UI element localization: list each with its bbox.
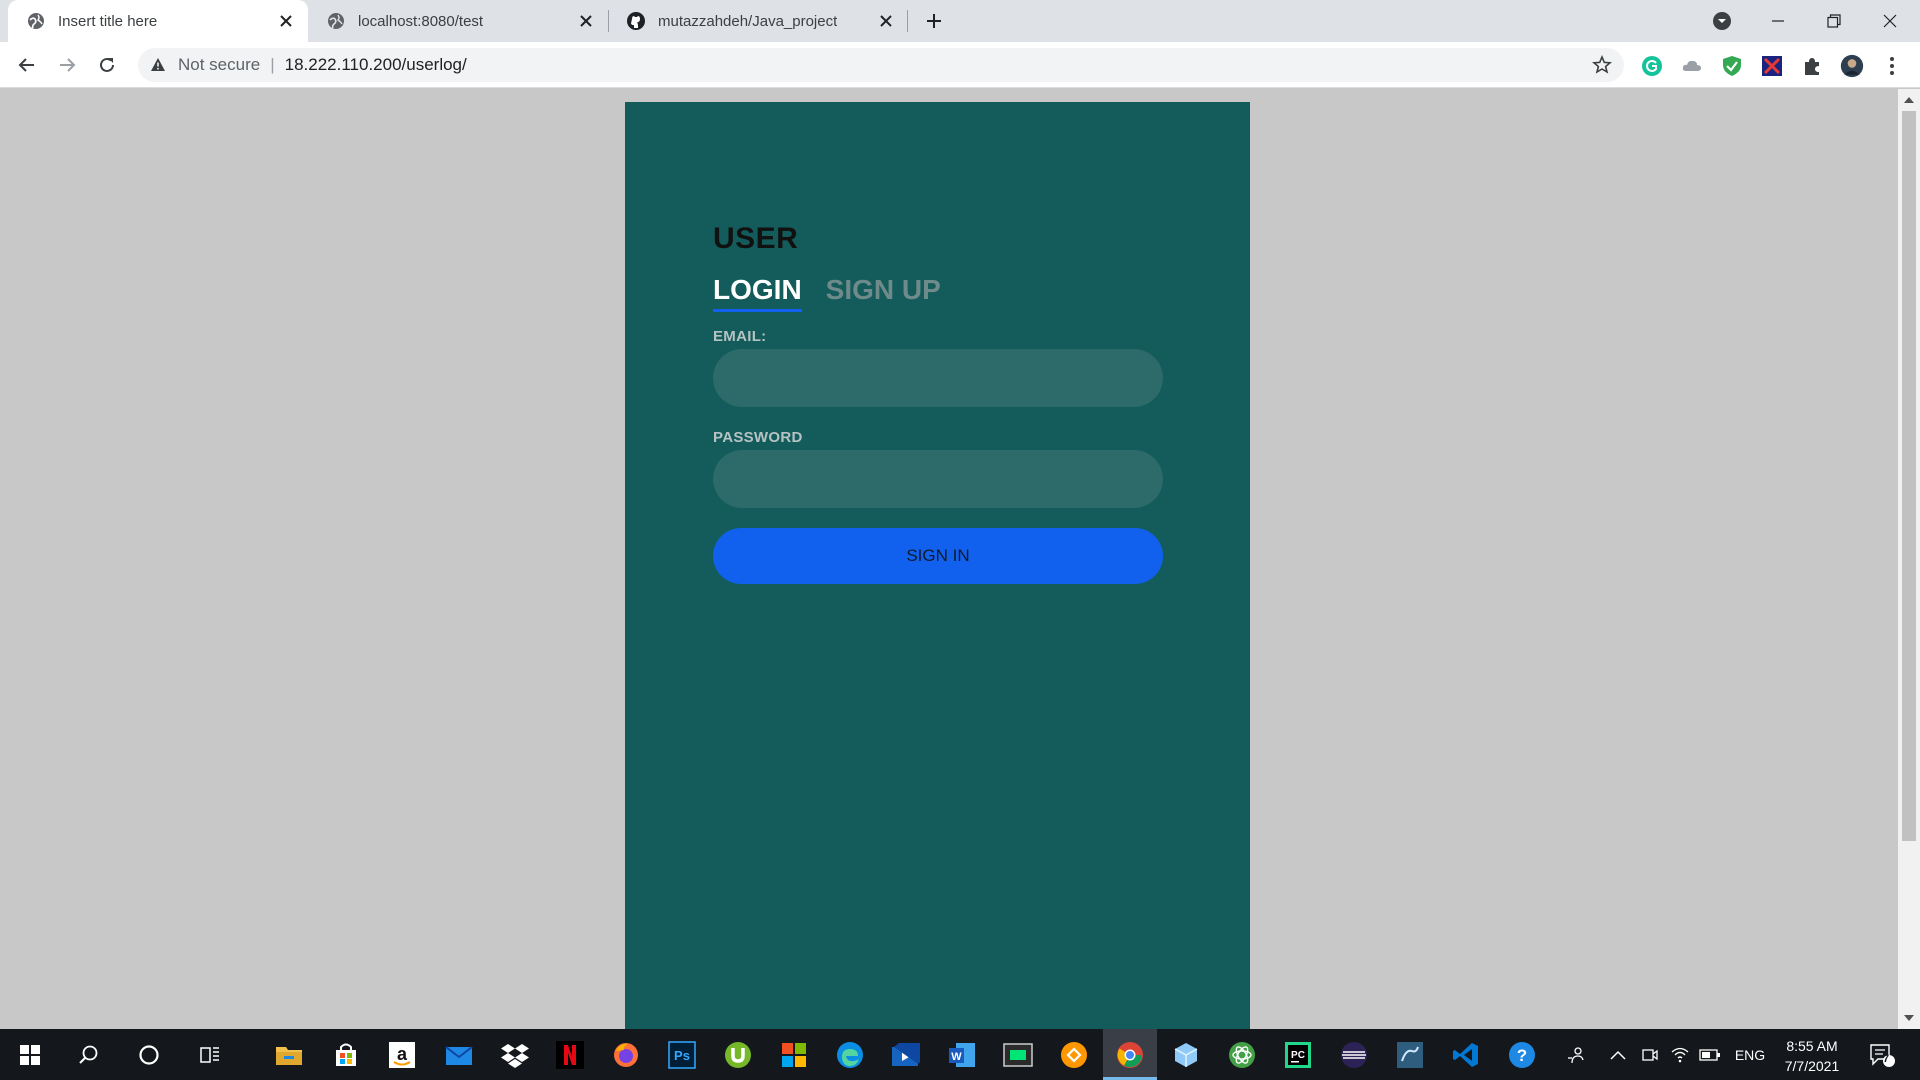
password-label: PASSWORD <box>713 429 803 446</box>
mysql-workbench-icon[interactable] <box>1392 1037 1428 1073</box>
tab-login[interactable]: LOGIN <box>713 274 802 312</box>
cube-app-icon[interactable] <box>1168 1037 1204 1073</box>
restore-icon[interactable] <box>1806 0 1862 42</box>
back-arrow-icon[interactable] <box>12 50 42 80</box>
clock-time: 8:55 AM <box>1786 1038 1838 1054</box>
scrollbar-thumb[interactable] <box>1902 111 1916 841</box>
globe-icon <box>26 11 46 31</box>
meet-now-icon[interactable] <box>1636 1029 1664 1080</box>
tab-title: localhost:8080/test <box>358 12 484 30</box>
help-icon[interactable]: ? <box>1504 1037 1540 1073</box>
page-title: USER <box>713 222 799 255</box>
notification-count: 7 <box>1883 1053 1890 1065</box>
page-scrollbar[interactable] <box>1898 89 1920 1029</box>
extensions-puzzle-icon[interactable] <box>1800 54 1824 78</box>
globe-icon <box>326 11 346 31</box>
scroll-up-arrow-icon[interactable] <box>1904 97 1914 103</box>
system-clock[interactable]: 8:55 AM 7/7/2021 <box>1772 1036 1852 1076</box>
profile-avatar[interactable] <box>1840 54 1864 78</box>
bookmark-star-icon[interactable] <box>1591 54 1613 75</box>
email-label: EMAIL: <box>713 328 767 345</box>
people-icon[interactable] <box>1562 1029 1590 1080</box>
svg-text:?: ? <box>1517 1046 1527 1065</box>
video-app-icon[interactable] <box>888 1037 924 1073</box>
password-field[interactable] <box>713 450 1163 508</box>
word-icon[interactable]: W <box>944 1037 980 1073</box>
address-bar[interactable]: Not secure | 18.222.110.200/userlog/ <box>138 48 1624 82</box>
netflix-icon[interactable] <box>552 1037 588 1073</box>
wifi-icon[interactable] <box>1666 1029 1694 1080</box>
svg-text:Ps: Ps <box>674 1048 690 1063</box>
mail-icon[interactable] <box>441 1037 477 1073</box>
language-indicator[interactable]: ENG <box>1730 1029 1770 1080</box>
vscode-icon[interactable] <box>1448 1037 1484 1073</box>
omnibox-divider: | <box>270 55 275 74</box>
pycharm-icon[interactable]: PC <box>1280 1037 1316 1073</box>
file-explorer-icon[interactable] <box>271 1037 307 1073</box>
email-field[interactable] <box>713 349 1163 407</box>
browser-tab-localhost[interactable]: localhost:8080/test <box>308 0 608 42</box>
tab-signup[interactable]: SIGN UP <box>826 274 941 312</box>
forward-arrow-icon[interactable] <box>52 50 82 80</box>
login-card: USER LOGIN SIGN UP EMAIL: PASSWORD SIGN … <box>625 102 1250 1029</box>
browser-tab-insert-title[interactable]: Insert title here <box>8 0 308 42</box>
tab-title: Insert title here <box>58 12 158 30</box>
close-icon[interactable] <box>276 11 296 31</box>
window-close-icon[interactable] <box>1862 0 1918 42</box>
chrome-icon[interactable] <box>1112 1037 1148 1073</box>
svg-text:W: W <box>951 1051 962 1063</box>
task-view-icon[interactable] <box>192 1037 228 1073</box>
photoshop-icon[interactable]: Ps <box>664 1037 700 1073</box>
grammarly-icon[interactable] <box>1640 54 1664 78</box>
windows-taskbar: a Ps W PC ? ENG 8:55 AM 7/7/2021 7 <box>0 1029 1920 1080</box>
security-label[interactable]: Not secure <box>178 55 260 75</box>
notification-center-icon[interactable]: 7 <box>1864 1029 1900 1080</box>
menu-kebab-icon[interactable] <box>1880 54 1904 78</box>
cortana-icon[interactable] <box>131 1037 167 1073</box>
extension-colored-icon[interactable] <box>1760 54 1784 78</box>
new-tab-button[interactable] <box>919 8 949 34</box>
browser-tab-github[interactable]: mutazzahdeh/Java_project <box>608 0 908 42</box>
battery-icon[interactable] <box>1696 1029 1724 1080</box>
utorrent-icon[interactable] <box>720 1037 756 1073</box>
amazon-icon[interactable]: a <box>384 1037 420 1073</box>
clock-date: 7/7/2021 <box>1784 1058 1840 1074</box>
login-form: USER LOGIN SIGN UP EMAIL: PASSWORD SIGN … <box>713 222 1163 584</box>
minimize-icon[interactable] <box>1750 0 1806 42</box>
extension-cloud-icon[interactable] <box>1680 54 1704 78</box>
browser-tab-strip: Insert title here localhost:8080/test mu… <box>0 0 1920 42</box>
sign-in-button[interactable]: SIGN IN <box>713 528 1163 584</box>
url-text[interactable]: 18.222.110.200/userlog/ <box>285 55 467 75</box>
tab-search-button[interactable] <box>1694 0 1750 42</box>
orange-app-icon[interactable] <box>1056 1037 1092 1073</box>
search-icon[interactable] <box>71 1037 107 1073</box>
page-viewport: USER LOGIN SIGN UP EMAIL: PASSWORD SIGN … <box>0 89 1898 1029</box>
close-icon[interactable] <box>576 11 596 31</box>
warning-icon[interactable] <box>148 55 168 75</box>
atom-icon[interactable] <box>1224 1037 1260 1073</box>
shield-icon[interactable] <box>1720 54 1744 78</box>
tab-separator <box>907 10 908 32</box>
store-icon[interactable] <box>328 1037 364 1073</box>
colorful-app-icon[interactable] <box>776 1037 812 1073</box>
eclipse-icon[interactable] <box>1336 1037 1372 1073</box>
github-icon <box>626 11 646 31</box>
dropbox-icon[interactable] <box>497 1037 533 1073</box>
tab-title: mutazzahdeh/Java_project <box>658 12 838 30</box>
browser-toolbar: Not secure | 18.222.110.200/userlog/ <box>0 42 1920 88</box>
auth-tabs: LOGIN SIGN UP <box>713 268 1163 312</box>
reload-icon[interactable] <box>92 50 122 80</box>
edge-icon[interactable] <box>832 1037 868 1073</box>
close-icon[interactable] <box>876 11 896 31</box>
svg-text:PC: PC <box>1291 1050 1305 1061</box>
svg-text:a: a <box>397 1044 408 1064</box>
chevron-up-icon[interactable] <box>1604 1029 1632 1080</box>
scroll-down-arrow-icon[interactable] <box>1904 1015 1914 1021</box>
windows-start-icon[interactable] <box>12 1037 48 1073</box>
firefox-icon[interactable] <box>608 1037 644 1073</box>
terminal-app-icon[interactable] <box>1000 1037 1036 1073</box>
